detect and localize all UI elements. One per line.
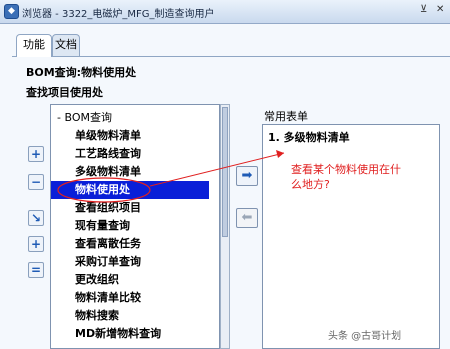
tree-item[interactable]: 单级物料清单 (51, 127, 209, 145)
close-icon[interactable]: ✕ (436, 4, 444, 15)
expand-branch-icon: + (30, 237, 42, 251)
page-title: BOM查询:物料使用处 (26, 66, 137, 79)
favorites-list[interactable]: 1. 多级物料清单 (262, 124, 440, 349)
tree-item[interactable]: 物料搜索 (51, 307, 209, 325)
annotation-note: 查看某个物料使用在什么地方? (291, 163, 401, 191)
function-tree[interactable]: - BOM查询 单级物料清单 工艺路线查询 多级物料清单 物料使用处 查看组织项… (50, 104, 220, 349)
collapse-button[interactable]: − (28, 174, 44, 190)
collapse-all-button[interactable]: = (28, 262, 44, 278)
tree-item[interactable]: 查看组织项目 (51, 199, 209, 217)
tree-scrollbar[interactable] (220, 104, 230, 349)
expand-icon: + (30, 147, 42, 161)
tab-functions[interactable]: 功能 (16, 34, 52, 57)
tree-item[interactable]: 采购订单查询 (51, 253, 209, 271)
tree-item[interactable]: 查看离散任务 (51, 235, 209, 253)
collapse-all-icon: = (30, 263, 42, 277)
resize-icon[interactable]: ⊻ (420, 4, 427, 15)
navigator-frame: 功能 文档 BOM查询:物料使用处 查找项目使用处 常用表单 + − ↘ + =… (0, 24, 450, 349)
expand-button[interactable]: + (28, 146, 44, 162)
tree-item[interactable]: 现有量查询 (51, 217, 209, 235)
window-titlebar: ◆ 浏览器 - 3322_电磁炉_MFG_制造查询用户 ⊻ ✕ (0, 0, 450, 24)
watermark: 头条 @古哥计划 (328, 331, 402, 342)
arrow-left-icon: ⬅ (241, 210, 253, 225)
tree-item[interactable]: 物料清单比较 (51, 289, 209, 307)
window-title: 浏览器 - 3322_电磁炉_MFG_制造查询用户 (22, 9, 215, 20)
arrow-right-icon: ➡ (241, 168, 253, 183)
add-to-favorites-button[interactable]: ➡ (236, 166, 258, 186)
find-label: 查找项目使用处 (26, 86, 103, 99)
tree-item[interactable]: MD新增物料查询 (51, 325, 209, 343)
tree-root-bom-query[interactable]: - BOM查询 (51, 109, 209, 127)
browser-app-icon: ◆ (4, 4, 19, 19)
favorites-label: 常用表单 (264, 110, 308, 123)
tree-scrollbar-thumb[interactable] (222, 107, 228, 237)
tab-documents[interactable]: 文档 (52, 34, 80, 56)
remove-from-favorites-button[interactable]: ⬅ (236, 208, 258, 228)
tree-item[interactable]: 工艺路线查询 (51, 145, 209, 163)
collapse-icon: − (30, 175, 42, 189)
tab-divider (12, 56, 450, 57)
tree-item[interactable]: 更改组织 (51, 271, 209, 289)
tree-item-selected[interactable]: 物料使用处 (51, 181, 209, 199)
expand-branch-button[interactable]: + (28, 236, 44, 252)
tree-item[interactable]: 多级物料清单 (51, 163, 209, 181)
expand-all-button[interactable]: ↘ (28, 210, 44, 226)
favorite-item[interactable]: 1. 多级物料清单 (268, 129, 350, 145)
expand-all-icon: ↘ (30, 211, 42, 225)
